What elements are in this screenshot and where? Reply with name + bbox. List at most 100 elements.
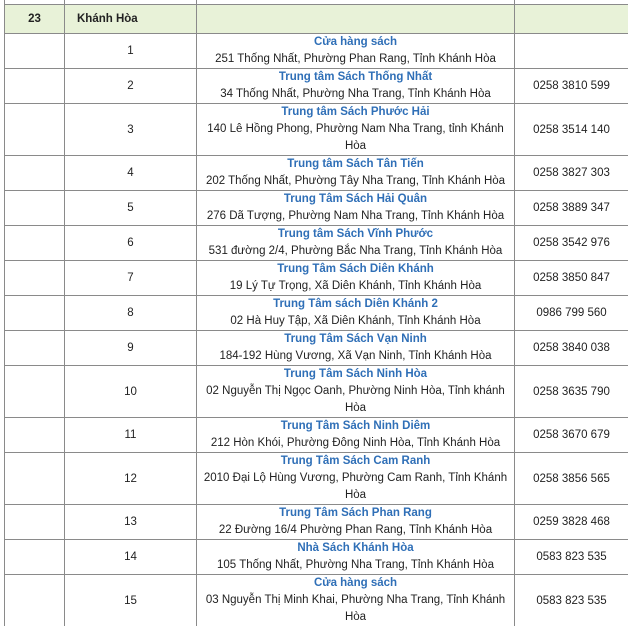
store-address: 531 đường 2/4, Phường Bắc Nha Trang, Tỉn… xyxy=(197,243,514,260)
store-address: 251 Thống Nhất, Phường Phan Rang, Tỉnh K… xyxy=(197,51,514,68)
store-name: Trung Tâm Sách Diên Khánh xyxy=(197,261,514,278)
store-phone: 0258 3889 347 xyxy=(515,191,628,226)
blank-cell xyxy=(5,505,65,540)
store-phone: 0258 3827 303 xyxy=(515,156,628,191)
region-empty-cell xyxy=(515,5,628,34)
store-rows: 1Cửa hàng sách251 Thống Nhất, Phường Pha… xyxy=(5,34,628,626)
store-name: Cửa hàng sách xyxy=(197,34,514,51)
blank-cell xyxy=(5,34,65,69)
table-row: 9Trung Tâm Sách Vạn Ninh184-192 Hùng Vươ… xyxy=(5,331,628,366)
table-row: 4Trung tâm Sách Tân Tiến202 Thống Nhất, … xyxy=(5,156,628,191)
store-info: Trung Tâm Sách Diên Khánh19 Lý Tự Trọng,… xyxy=(197,261,515,296)
blank-cell xyxy=(5,418,65,453)
blank-cell xyxy=(5,540,65,575)
blank-cell xyxy=(5,453,65,505)
store-number: 7 xyxy=(65,261,197,296)
store-info: Trung Tâm Sách Vạn Ninh184-192 Hùng Vươn… xyxy=(197,331,515,366)
table-row: 3Trung tâm Sách Phước Hải140 Lê Hồng Pho… xyxy=(5,104,628,156)
table-row: 15Cửa hàng sách03 Nguyễn Thị Minh Khai, … xyxy=(5,575,628,626)
store-number: 5 xyxy=(65,191,197,226)
table-row: 7Trung Tâm Sách Diên Khánh19 Lý Tự Trọng… xyxy=(5,261,628,296)
blank-cell xyxy=(5,575,65,626)
blank-cell xyxy=(5,191,65,226)
store-name: Trung Tâm Sách Ninh Hòa xyxy=(197,366,514,383)
store-info: Nhà Sách Khánh Hòa105 Thống Nhất, Phường… xyxy=(197,540,515,575)
table-row: 2Trung tâm Sách Thống Nhất34 Thống Nhất,… xyxy=(5,69,628,104)
blank-cell xyxy=(5,261,65,296)
store-address: 03 Nguyễn Thị Minh Khai, Phường Nha Tran… xyxy=(197,592,514,626)
blank-cell xyxy=(5,226,65,261)
blank-cell xyxy=(5,366,65,418)
blank-cell xyxy=(5,69,65,104)
store-address: 105 Thống Nhất, Phường Nha Trang, Tỉnh K… xyxy=(197,557,514,574)
store-name: Trung Tâm Sách Ninh Diêm xyxy=(197,418,514,435)
store-table: 23 Khánh Hòa 1Cửa hàng sách251 Thống Nhấ… xyxy=(4,0,628,626)
store-phone: 0258 3635 790 xyxy=(515,366,628,418)
store-phone: 0258 3840 038 xyxy=(515,331,628,366)
store-address: 19 Lý Tự Trọng, Xã Diên Khánh, Tỉnh Khán… xyxy=(197,278,514,295)
store-number: 13 xyxy=(65,505,197,540)
store-address: 202 Thống Nhất, Phường Tây Nha Trang, Tỉ… xyxy=(197,173,514,190)
blank-cell xyxy=(5,156,65,191)
store-name: Trung tâm Sách Phước Hải xyxy=(197,104,514,121)
store-phone: 0986 799 560 xyxy=(515,296,628,331)
store-name: Trung Tâm Sách Phan Rang xyxy=(197,505,514,522)
table-row: 8Trung Tâm sách Diên Khánh 202 Hà Huy Tậ… xyxy=(5,296,628,331)
store-phone: 0258 3850 847 xyxy=(515,261,628,296)
region-number: 23 xyxy=(5,5,65,34)
store-address: 212 Hòn Khói, Phường Đông Ninh Hòa, Tỉnh… xyxy=(197,435,514,452)
store-info: Trung Tâm sách Diên Khánh 202 Hà Huy Tập… xyxy=(197,296,515,331)
store-address: 184-192 Hùng Vương, Xã Vạn Ninh, Tỉnh Kh… xyxy=(197,348,514,365)
store-address: 2010 Đại Lộ Hùng Vương, Phường Cam Ranh,… xyxy=(197,470,514,504)
store-name: Trung tâm Sách Thống Nhất xyxy=(197,69,514,86)
store-number: 3 xyxy=(65,104,197,156)
store-info: Trung tâm Sách Thống Nhất34 Thống Nhất, … xyxy=(197,69,515,104)
store-number: 6 xyxy=(65,226,197,261)
store-phone: 0258 3856 565 xyxy=(515,453,628,505)
table-row: 13Trung Tâm Sách Phan Rang22 Đường 16/4 … xyxy=(5,505,628,540)
table-row: 10Trung Tâm Sách Ninh Hòa02 Nguyễn Thị N… xyxy=(5,366,628,418)
store-info: Trung Tâm Sách Ninh Diêm212 Hòn Khói, Ph… xyxy=(197,418,515,453)
region-name: Khánh Hòa xyxy=(65,5,197,34)
store-number: 8 xyxy=(65,296,197,331)
store-phone xyxy=(515,34,628,69)
store-list-sheet: 23 Khánh Hòa 1Cửa hàng sách251 Thống Nhấ… xyxy=(4,0,628,626)
store-info: Trung tâm Sách Phước Hải140 Lê Hồng Phon… xyxy=(197,104,515,156)
table-row: 6Trung tâm Sách Vĩnh Phước531 đường 2/4,… xyxy=(5,226,628,261)
blank-cell xyxy=(5,104,65,156)
store-name: Trung Tâm sách Diên Khánh 2 xyxy=(197,296,514,313)
table-row: 12Trung Tâm Sách Cam Ranh2010 Đại Lộ Hùn… xyxy=(5,453,628,505)
store-number: 9 xyxy=(65,331,197,366)
store-info: Trung tâm Sách Vĩnh Phước531 đường 2/4, … xyxy=(197,226,515,261)
store-number: 15 xyxy=(65,575,197,626)
store-address: 02 Nguyễn Thị Ngọc Oanh, Phường Ninh Hòa… xyxy=(197,383,514,417)
region-empty-cell xyxy=(197,5,515,34)
store-phone: 0259 3828 468 xyxy=(515,505,628,540)
store-address: 02 Hà Huy Tập, Xã Diên Khánh, Tỉnh Khánh… xyxy=(197,313,514,330)
store-info: Trung Tâm Sách Ninh Hòa02 Nguyễn Thị Ngọ… xyxy=(197,366,515,418)
store-name: Cửa hàng sách xyxy=(197,575,514,592)
store-number: 11 xyxy=(65,418,197,453)
store-info: Trung Tâm Sách Hải Quân276 Dã Tượng, Phư… xyxy=(197,191,515,226)
store-phone: 0583 823 535 xyxy=(515,575,628,626)
store-number: 2 xyxy=(65,69,197,104)
store-phone: 0258 3542 976 xyxy=(515,226,628,261)
blank-cell xyxy=(5,331,65,366)
blank-cell xyxy=(5,296,65,331)
store-number: 1 xyxy=(65,34,197,69)
store-name: Nhà Sách Khánh Hòa xyxy=(197,540,514,557)
store-name: Trung tâm Sách Tân Tiến xyxy=(197,156,514,173)
store-number: 12 xyxy=(65,453,197,505)
store-info: Trung tâm Sách Tân Tiến202 Thống Nhất, P… xyxy=(197,156,515,191)
store-phone: 0258 3810 599 xyxy=(515,69,628,104)
store-phone: 0258 3670 679 xyxy=(515,418,628,453)
store-number: 10 xyxy=(65,366,197,418)
store-number: 14 xyxy=(65,540,197,575)
store-address: 140 Lê Hồng Phong, Phường Nam Nha Trang,… xyxy=(197,121,514,155)
table-row: 11Trung Tâm Sách Ninh Diêm212 Hòn Khói, … xyxy=(5,418,628,453)
store-phone: 0583 823 535 xyxy=(515,540,628,575)
store-name: Trung Tâm Sách Vạn Ninh xyxy=(197,331,514,348)
store-info: Trung Tâm Sách Phan Rang22 Đường 16/4 Ph… xyxy=(197,505,515,540)
store-address: 276 Dã Tượng, Phường Nam Nha Trang, Tỉnh… xyxy=(197,208,514,225)
table-row: 14Nhà Sách Khánh Hòa105 Thống Nhất, Phườ… xyxy=(5,540,628,575)
